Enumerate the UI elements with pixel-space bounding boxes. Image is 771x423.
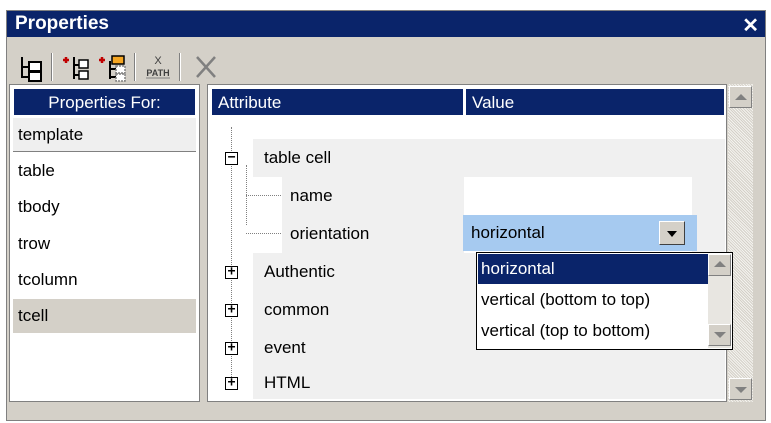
dropdown-scroll-down-button[interactable] [708,324,731,346]
dropdown-option[interactable]: vertical (bottom to top) [478,285,708,315]
row-label: common [264,300,330,319]
toolbar-separator [51,53,53,81]
row-label: orientation [290,224,370,243]
list-item[interactable]: tcolumn [13,263,196,297]
arrow-up-icon [714,261,726,267]
orientation-select-value: horizontal [471,223,545,242]
dropdown-button[interactable] [659,221,685,245]
list-item[interactable]: table [13,154,196,188]
toolbar-separator [179,53,181,81]
properties-for-header: Properties For: [13,88,196,116]
properties-for-panel: Properties For: template table tbody tro… [9,84,200,402]
close-icon[interactable]: ✕ [742,13,759,38]
tree-layout-icon[interactable] [13,51,47,83]
dropdown-option[interactable]: vertical (top to bottom) [478,316,708,346]
arrow-down-icon [735,387,747,393]
title-bar: Properties ✕ [7,11,765,37]
list-item[interactable]: tbody [13,190,196,224]
dropdown-option[interactable]: horizontal [478,254,708,284]
column-header-attribute[interactable]: Attribute [211,88,464,116]
svg-text:PATH: PATH [146,68,169,78]
arrow-down-icon [714,332,726,338]
insert-element-icon[interactable] [59,51,93,83]
row-label: HTML [264,373,311,392]
column-header-value[interactable]: Value [465,88,725,116]
svg-text:X: X [154,55,162,67]
list-item[interactable]: template [13,118,196,152]
grid-row-table-cell[interactable]: − table cell [208,139,725,177]
delete-icon[interactable] [189,51,223,83]
orientation-select[interactable]: horizontal [463,215,697,251]
dropdown-scrollbar[interactable] [708,254,731,348]
window-title: Properties [15,13,109,34]
toolbar-separator [134,53,136,81]
list-item-selected[interactable]: tcell [13,299,196,333]
expand-icon[interactable]: + [225,341,238,355]
chevron-down-icon [667,231,677,237]
expand-icon[interactable]: + [225,265,238,279]
xpath-icon[interactable]: X PATH [141,51,175,83]
grid-row-name[interactable]: name [208,177,725,215]
scroll-up-button[interactable] [729,86,752,108]
grid-row-html[interactable]: + HTML [208,367,725,399]
row-label: table cell [264,148,332,167]
row-label: name [290,186,333,205]
expand-icon[interactable]: + [225,376,238,390]
scroll-down-button[interactable] [729,378,752,400]
vertical-scrollbar[interactable] [728,84,753,402]
name-value-cell[interactable] [464,177,692,215]
orientation-dropdown-list: horizontal vertical (bottom to top) vert… [476,252,733,350]
append-element-icon[interactable] [95,51,129,83]
list-item[interactable]: trow [13,227,196,261]
collapse-icon[interactable]: − [225,151,238,165]
row-label: event [264,338,306,357]
arrow-up-icon [735,94,747,100]
expand-icon[interactable]: + [225,303,238,317]
row-label: Authentic [264,262,335,281]
dropdown-scroll-up-button[interactable] [708,254,731,276]
